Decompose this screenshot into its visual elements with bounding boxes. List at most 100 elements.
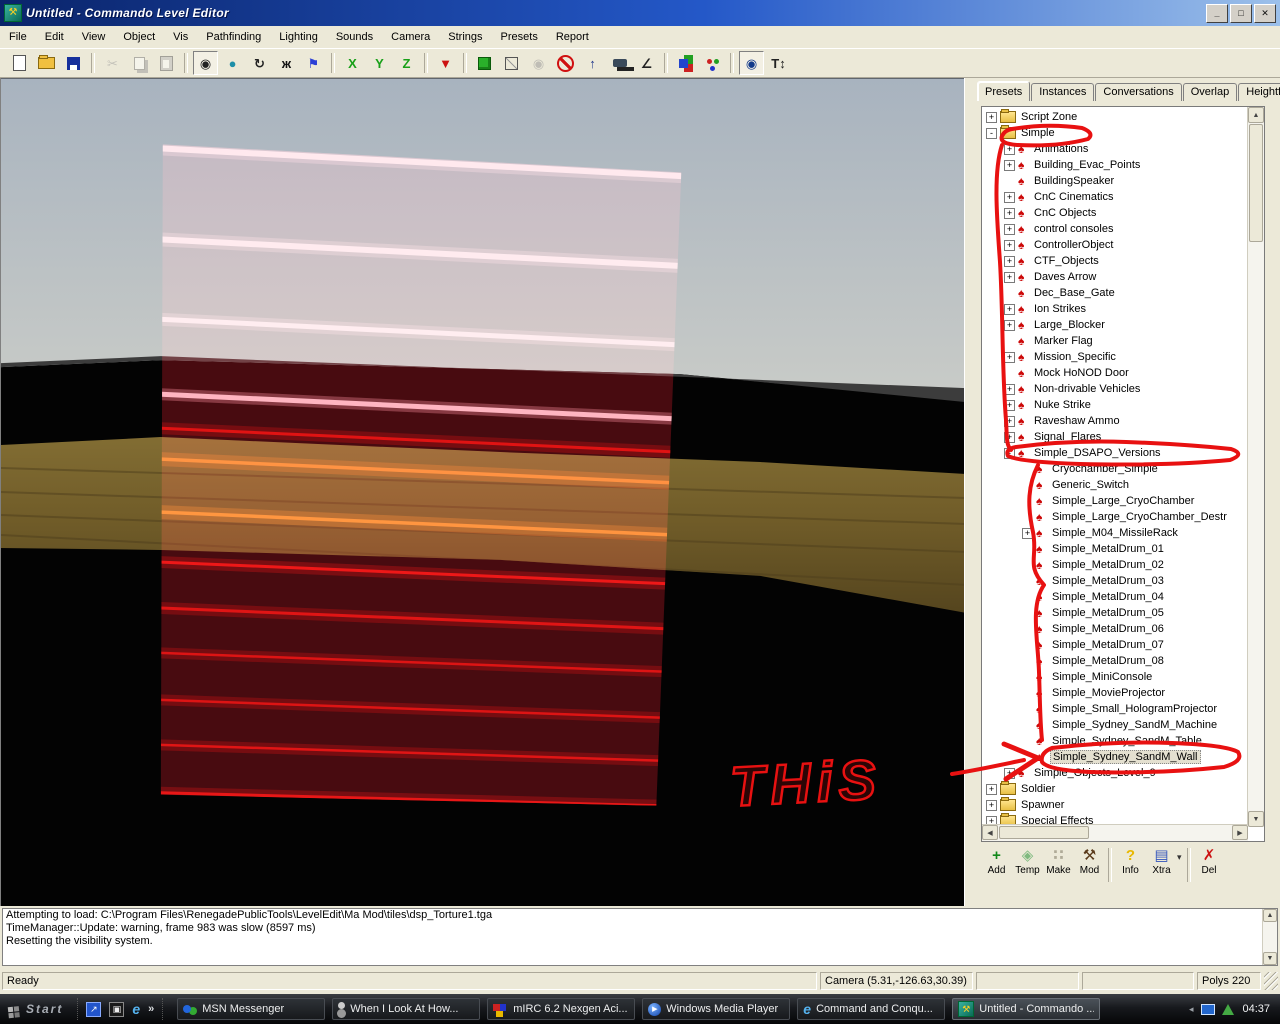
tree-item[interactable]: +Script Zone <box>982 109 1248 125</box>
del-button[interactable]: ✗Del <box>1194 846 1225 886</box>
tree-item[interactable]: ♠Simple_MetalDrum_03 <box>982 573 1248 589</box>
scroll-thumb[interactable] <box>999 826 1089 839</box>
expand-toggle[interactable]: + <box>1004 256 1015 267</box>
tab-heightfield[interactable]: Heightfield <box>1238 83 1280 101</box>
xtra-button[interactable]: ▤Xtra <box>1146 846 1177 886</box>
taskbar-button[interactable]: mIRC 6.2 Nexgen Aci... <box>487 998 635 1020</box>
vis-disable-button[interactable] <box>553 51 578 75</box>
taskbar-button[interactable]: When I Look At How... <box>332 998 480 1020</box>
tab-conversations[interactable]: Conversations <box>1095 83 1181 101</box>
expand-toggle[interactable]: + <box>1004 768 1015 779</box>
group-cubes-button[interactable] <box>673 51 698 75</box>
solid-cube-button[interactable] <box>472 51 497 75</box>
vis-points-button[interactable]: ◉ <box>526 51 551 75</box>
menu-edit[interactable]: Edit <box>36 28 73 46</box>
expand-toggle[interactable]: + <box>1004 272 1015 283</box>
toggle-view-button[interactable]: ◉ <box>739 51 764 75</box>
tree-item[interactable]: +Spawner <box>982 797 1248 813</box>
tree-item[interactable]: ♠Simple_Sydney_SandM_Wall <box>982 749 1248 765</box>
tree-item[interactable]: +♠ControllerObject <box>982 237 1248 253</box>
expand-toggle[interactable]: + <box>1004 304 1015 315</box>
expand-toggle[interactable]: + <box>986 784 997 795</box>
expand-toggle[interactable]: + <box>1004 400 1015 411</box>
start-button[interactable]: Start <box>0 994 77 1024</box>
scroll-down-button[interactable]: ▼ <box>1248 811 1264 827</box>
tree-item[interactable]: ♠Simple_Small_HologramProjector <box>982 701 1248 717</box>
preset-tree[interactable]: +Script Zone-Simple+♠Animations+♠Buildin… <box>982 107 1248 827</box>
tree-item[interactable]: +♠Building_Evac_Points <box>982 157 1248 173</box>
scroll-left-button[interactable]: ◀ <box>982 825 998 840</box>
tree-item[interactable]: +♠Raveshaw Ammo <box>982 413 1248 429</box>
tree-item[interactable]: ♠Cryochamber_Simple <box>982 461 1248 477</box>
tab-overlap[interactable]: Overlap <box>1183 83 1238 101</box>
scroll-down-button[interactable]: ▼ <box>1263 952 1277 965</box>
tree-item[interactable]: +♠Daves Arrow <box>982 269 1248 285</box>
expand-toggle[interactable]: + <box>1004 224 1015 235</box>
expand-toggle[interactable]: + <box>986 800 997 811</box>
copy-button[interactable] <box>127 51 152 75</box>
viewport-3d[interactable] <box>0 78 966 906</box>
expand-toggle[interactable]: - <box>986 128 997 139</box>
quick-launch-overflow[interactable]: » <box>148 1003 154 1015</box>
scroll-thumb[interactable] <box>1249 124 1263 242</box>
paste-button[interactable] <box>154 51 179 75</box>
tree-item[interactable]: +♠Large_Blocker <box>982 317 1248 333</box>
tree-item[interactable]: ♠Simple_MetalDrum_05 <box>982 605 1248 621</box>
tree-item[interactable]: ♠Simple_MetalDrum_07 <box>982 637 1248 653</box>
tree-item[interactable]: ♠Simple_MetalDrum_02 <box>982 557 1248 573</box>
close-button[interactable]: ✕ <box>1254 4 1276 23</box>
add-button[interactable]: +Add <box>981 846 1012 886</box>
open-button[interactable] <box>34 51 59 75</box>
tree-item[interactable]: ♠Simple_Large_CryoChamber_Destr <box>982 509 1248 525</box>
tree-item[interactable]: ♠Simple_MetalDrum_01 <box>982 541 1248 557</box>
scroll-up-button[interactable]: ▲ <box>1263 909 1277 922</box>
cut-button[interactable]: ✂ <box>100 51 125 75</box>
tab-instances[interactable]: Instances <box>1031 83 1094 101</box>
polygon-button[interactable]: ∠ <box>634 51 659 75</box>
tree-item[interactable]: ♠Generic_Switch <box>982 477 1248 493</box>
log-scrollbar[interactable]: ▲ ▼ <box>1262 909 1277 965</box>
tree-item[interactable]: +♠Simple_Objects_Level_9 <box>982 765 1248 781</box>
tray-display-icon[interactable] <box>1201 1004 1215 1015</box>
quicklaunch-media-icon[interactable]: ▣ <box>109 1002 124 1017</box>
tree-item[interactable]: ♠Simple_Sydney_SandM_Machine <box>982 717 1248 733</box>
expand-toggle[interactable]: + <box>1004 144 1015 155</box>
tree-item[interactable]: +♠Non-drivable Vehicles <box>982 381 1248 397</box>
scroll-up-button[interactable]: ▲ <box>1248 107 1264 123</box>
resize-grip[interactable] <box>1264 972 1278 990</box>
tree-item[interactable]: ♠Simple_MetalDrum_06 <box>982 621 1248 637</box>
tree-item[interactable]: +♠Ion Strikes <box>982 301 1248 317</box>
menu-presets[interactable]: Presets <box>492 28 547 46</box>
expand-toggle[interactable]: + <box>1004 432 1015 443</box>
tree-item[interactable]: +♠CnC Objects <box>982 205 1248 221</box>
expand-toggle[interactable]: + <box>1022 528 1033 539</box>
text-size-button[interactable]: T↕ <box>766 51 791 75</box>
minimize-button[interactable]: _ <box>1206 4 1228 23</box>
expand-toggle[interactable]: + <box>1004 416 1015 427</box>
scroll-right-button[interactable]: ▶ <box>1232 825 1248 840</box>
tab-presets[interactable]: Presets <box>977 81 1030 101</box>
xtra-dropdown-arrow[interactable]: ▾ <box>1177 852 1182 863</box>
tree-item[interactable]: -Simple <box>982 125 1248 141</box>
taskbar-button[interactable]: ▶Windows Media Player <box>642 998 790 1020</box>
tree-item[interactable]: +♠Animations <box>982 141 1248 157</box>
make-button[interactable]: ∷Make <box>1043 846 1074 886</box>
menu-view[interactable]: View <box>73 28 115 46</box>
expand-toggle[interactable]: - <box>1004 448 1015 459</box>
tree-item[interactable]: +♠Simple_M04_MissileRack <box>982 525 1248 541</box>
tray-chevron-icon[interactable]: ◂ <box>1189 1004 1194 1015</box>
tree-item[interactable]: +♠Nuke Strike <box>982 397 1248 413</box>
tray-tri-icon[interactable] <box>1222 1004 1234 1015</box>
tree-item[interactable]: +♠control consoles <box>982 221 1248 237</box>
tree-item[interactable]: ♠Mock HoNOD Door <box>982 365 1248 381</box>
expand-toggle[interactable]: + <box>1004 192 1015 203</box>
expand-toggle[interactable]: + <box>1004 384 1015 395</box>
tree-item[interactable]: +♠Signal_Flares <box>982 429 1248 445</box>
camera-mode-button[interactable]: ◉ <box>193 51 218 75</box>
tree-item[interactable]: +♠CTF_Objects <box>982 253 1248 269</box>
raise-camera-button[interactable]: ↑ <box>580 51 605 75</box>
menu-file[interactable]: File <box>0 28 36 46</box>
expand-toggle[interactable]: + <box>986 112 997 123</box>
menu-report[interactable]: Report <box>547 28 598 46</box>
menu-sounds[interactable]: Sounds <box>327 28 382 46</box>
